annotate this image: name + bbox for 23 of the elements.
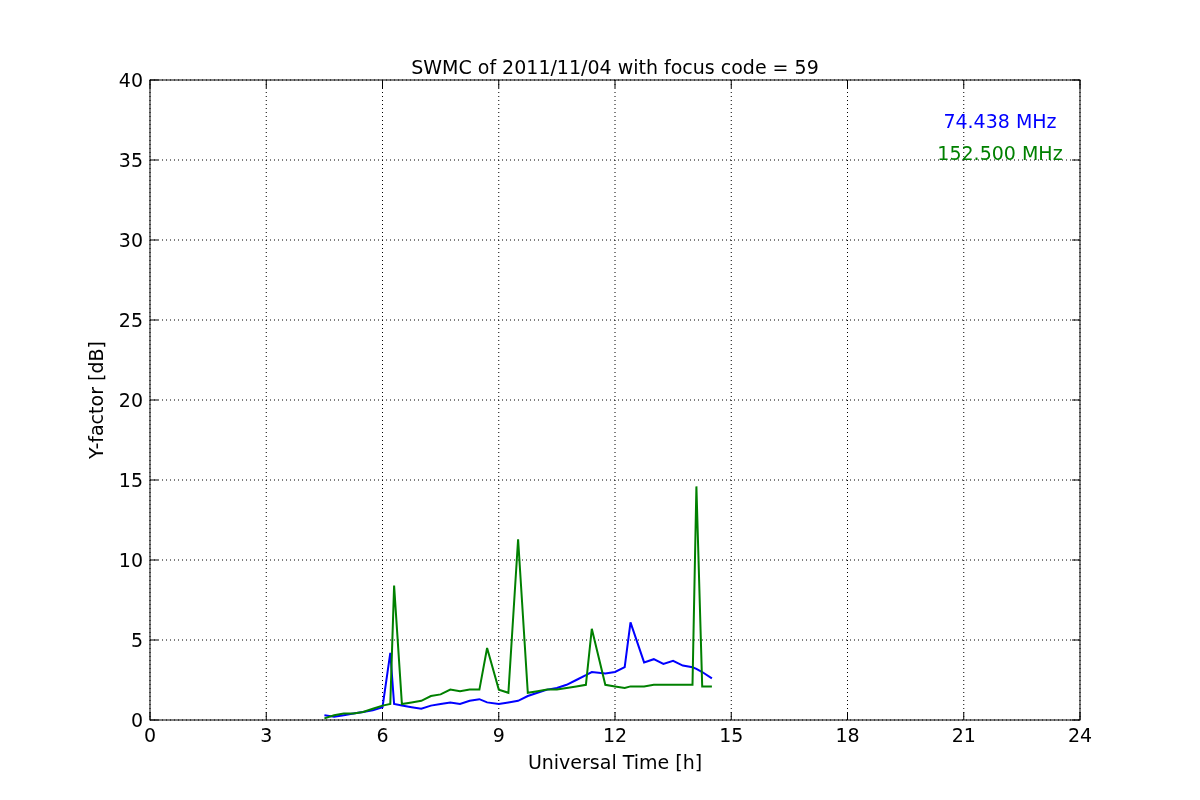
tick-label: 20	[118, 389, 143, 411]
tick-label: 18	[835, 724, 860, 746]
tick-label: 15	[118, 469, 143, 491]
tick-label: 10	[118, 549, 143, 571]
tick-label: 5	[130, 629, 143, 651]
tick-label: 21	[951, 724, 976, 746]
axis-label: Universal Time [h]	[527, 751, 703, 773]
tick-label: 0	[143, 724, 157, 746]
legend-label: 152.500 MHz	[937, 142, 1063, 164]
tick-label: 35	[118, 149, 143, 171]
tick-label: 6	[376, 724, 389, 746]
legend-label: 74.438 MHz	[943, 110, 1057, 132]
tick-label: 40	[118, 69, 143, 91]
tick-label: 9	[492, 724, 505, 746]
tick-label: 24	[1067, 724, 1093, 746]
tick-label: 30	[118, 229, 143, 251]
tick-label: 0	[130, 709, 143, 731]
tick-label: 3	[260, 724, 273, 746]
tick-label: 15	[719, 724, 744, 746]
tick-label: 12	[602, 724, 628, 746]
tick-label: 25	[118, 309, 143, 331]
chart-title: SWMC of 2011/11/04 with focus code = 59	[411, 56, 819, 78]
axis-label: Y-factor [dB]	[85, 341, 107, 459]
